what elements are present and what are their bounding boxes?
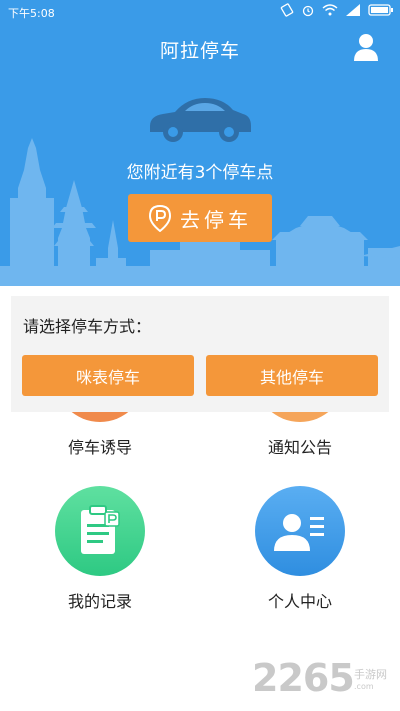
menu-label-notice: 通知公告 [267,438,332,457]
menu-label-records: 我的记录 [67,592,132,611]
watermark-number: 2265 [252,656,355,700]
rotate-icon [280,3,294,17]
parking-pin-icon [148,204,172,232]
go-park-label: 去停车 [180,207,252,232]
watermark-logo: 2265 手游网 .com [250,656,400,704]
user-card-icon [255,486,345,576]
menu-item-profile[interactable]: 个人中心 [225,486,375,612]
menu-item-records[interactable]: 我的记录 [25,486,175,612]
signal-icon [346,4,360,16]
menu-label-guide: 停车诱导 [67,438,132,457]
nearby-parking-text: 您附近有3个停车点 [126,163,274,183]
wifi-icon [322,4,338,16]
watermark-site: 手游网 [354,668,387,681]
status-icons [280,3,394,17]
menu-label-profile: 个人中心 [267,592,332,611]
status-time: 下午5:08 [8,7,55,20]
clipboard-icon [55,486,145,576]
go-park-button[interactable]: 去停车 [128,194,272,242]
dialog-title: 请选择停车方式： [23,317,152,336]
user-icon[interactable] [352,32,380,62]
status-bar: 下午5:08 [0,0,400,24]
battery-icon [368,4,393,16]
app-title: 阿拉停车 [159,40,240,62]
parking-method-dialog: 请选择停车方式： 咪表停车 其他停车 [11,296,389,412]
watermark-url: .com [354,682,374,691]
hero-banner: 阿拉停车 您附近有3个停车点 去停车 [0,24,400,286]
alarm-icon [302,5,314,17]
meter-parking-button[interactable]: 咪表停车 [22,355,194,396]
other-parking-button[interactable]: 其他停车 [206,355,378,396]
